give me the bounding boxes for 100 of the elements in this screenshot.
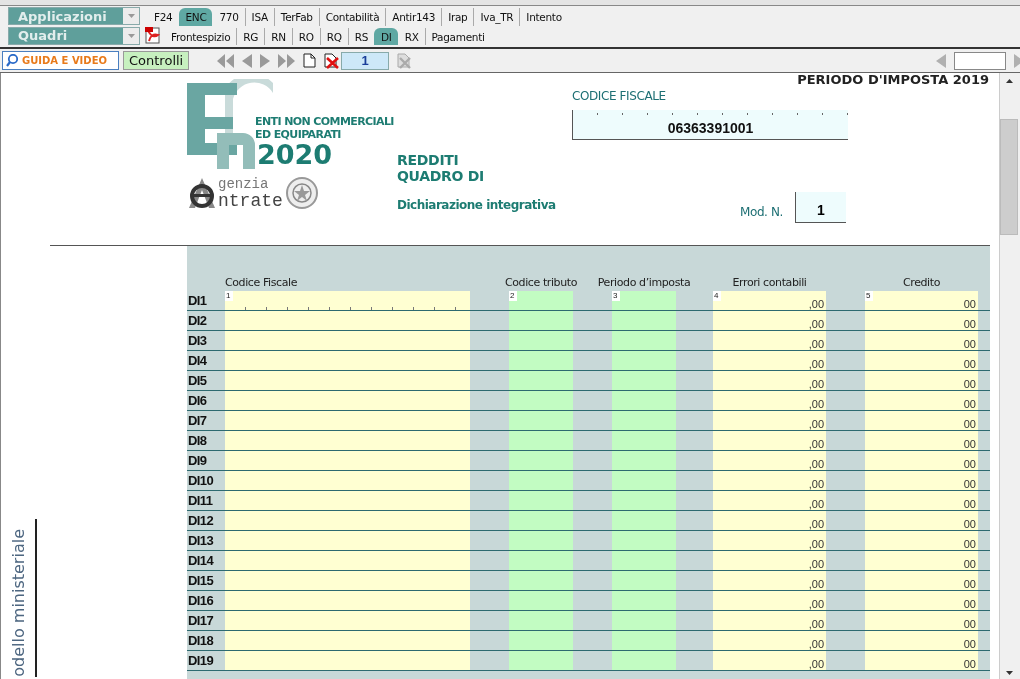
input-field[interactable]: ,00 <box>713 631 826 651</box>
input-field[interactable] <box>612 331 676 351</box>
input-field[interactable]: 5 00 <box>865 291 978 311</box>
input-field[interactable] <box>612 491 676 511</box>
input-field[interactable] <box>225 511 470 531</box>
input-field[interactable]: ,00 <box>713 391 826 411</box>
input-field[interactable]: 00 <box>865 611 978 631</box>
input-field[interactable]: 00 <box>865 411 978 431</box>
input-field[interactable] <box>509 611 573 631</box>
input-field[interactable]: ,00 <box>713 651 826 671</box>
input-field[interactable]: 00 <box>865 431 978 451</box>
input-field[interactable] <box>612 371 676 391</box>
input-field[interactable] <box>612 411 676 431</box>
input-field[interactable]: ,00 <box>713 611 826 631</box>
input-field[interactable]: 4 ,00 <box>713 291 826 311</box>
input-field[interactable] <box>612 631 676 651</box>
input-field[interactable] <box>225 311 470 331</box>
input-field[interactable] <box>225 611 470 631</box>
input-field[interactable]: 00 <box>865 311 978 331</box>
new-page-icon[interactable] <box>303 53 317 68</box>
input-field[interactable] <box>225 391 470 411</box>
tab[interactable]: Antir143 <box>385 8 442 26</box>
input-field[interactable]: ,00 <box>713 571 826 591</box>
tab[interactable]: Pagamenti <box>424 28 491 45</box>
tab[interactable]: TerFab <box>273 8 319 26</box>
input-field[interactable] <box>225 651 470 671</box>
input-field[interactable] <box>509 591 573 611</box>
input-field[interactable] <box>612 391 676 411</box>
tab[interactable]: Iva_TR <box>473 8 520 26</box>
input-field[interactable] <box>612 471 676 491</box>
input-field[interactable]: 00 <box>865 371 978 391</box>
input-field[interactable]: ,00 <box>713 411 826 431</box>
input-field[interactable]: 00 <box>865 551 978 571</box>
tab[interactable]: ISA <box>244 8 274 26</box>
input-field[interactable] <box>509 571 573 591</box>
input-field[interactable]: ,00 <box>713 331 826 351</box>
input-field[interactable]: 00 <box>865 631 978 651</box>
input-field[interactable] <box>225 531 470 551</box>
tab[interactable]: Contabilità <box>318 8 386 26</box>
input-field[interactable]: 00 <box>865 491 978 511</box>
input-field[interactable] <box>225 591 470 611</box>
input-field[interactable]: ,00 <box>713 491 826 511</box>
input-field[interactable] <box>612 451 676 471</box>
input-field[interactable] <box>612 311 676 331</box>
input-field[interactable] <box>954 51 1006 70</box>
input-field[interactable] <box>509 471 573 491</box>
input-field[interactable]: 00 <box>865 471 978 491</box>
input-field[interactable] <box>612 611 676 631</box>
input-field[interactable] <box>509 391 573 411</box>
input-field[interactable]: ,00 <box>713 551 826 571</box>
input-field[interactable] <box>225 491 470 511</box>
input-field[interactable] <box>225 571 470 591</box>
tab[interactable]: RG <box>236 28 265 45</box>
input-field[interactable] <box>509 411 573 431</box>
input-field[interactable]: ,00 <box>713 531 826 551</box>
tab[interactable]: Intento <box>519 8 568 26</box>
input-field[interactable] <box>225 451 470 471</box>
input-field[interactable] <box>612 571 676 591</box>
input-field[interactable]: 00 <box>865 591 978 611</box>
input-field[interactable] <box>509 531 573 551</box>
input-field[interactable] <box>509 431 573 451</box>
input-field[interactable]: ,00 <box>713 511 826 531</box>
input-field[interactable] <box>225 551 470 571</box>
tab[interactable]: ENC <box>178 8 213 26</box>
input-field[interactable] <box>509 331 573 351</box>
input-field[interactable] <box>509 491 573 511</box>
input-field[interactable] <box>509 371 573 391</box>
input-field[interactable]: 00 <box>865 331 978 351</box>
input-field[interactable] <box>225 371 470 391</box>
input-field[interactable]: 00 <box>865 391 978 411</box>
input-field[interactable]: ,00 <box>713 471 826 491</box>
input-field[interactable] <box>509 511 573 531</box>
input-field[interactable] <box>612 351 676 371</box>
input-field[interactable]: ,00 <box>713 371 826 391</box>
input-field[interactable] <box>509 651 573 671</box>
input-field[interactable]: ,00 <box>713 351 826 371</box>
input-field[interactable] <box>612 511 676 531</box>
tab[interactable]: RQ <box>319 28 348 45</box>
input-field[interactable]: 00 <box>865 351 978 371</box>
pdf-icon[interactable] <box>145 27 161 44</box>
input-field[interactable] <box>509 311 573 331</box>
tab[interactable]: Frontespizio <box>165 28 237 45</box>
input-field[interactable]: ,00 <box>713 311 826 331</box>
input-field[interactable] <box>612 651 676 671</box>
scrollbar-thumb[interactable] <box>1000 119 1018 235</box>
input-field[interactable] <box>225 471 470 491</box>
input-field[interactable]: 00 <box>865 571 978 591</box>
input-field[interactable] <box>612 531 676 551</box>
input-field[interactable] <box>225 351 470 371</box>
input-field[interactable] <box>509 631 573 651</box>
delete-page-icon[interactable] <box>324 52 340 69</box>
input-field[interactable] <box>225 411 470 431</box>
tab[interactable]: Irap <box>441 8 474 26</box>
tab[interactable]: DI <box>374 28 398 45</box>
input-field[interactable]: 2 <box>509 291 573 311</box>
scroll-up-icon[interactable] <box>1005 79 1013 83</box>
scroll-down-icon[interactable] <box>1005 671 1013 675</box>
tab[interactable]: RO <box>291 28 320 45</box>
input-field[interactable]: 00 <box>865 651 978 671</box>
input-field[interactable]: 3 <box>612 291 676 311</box>
